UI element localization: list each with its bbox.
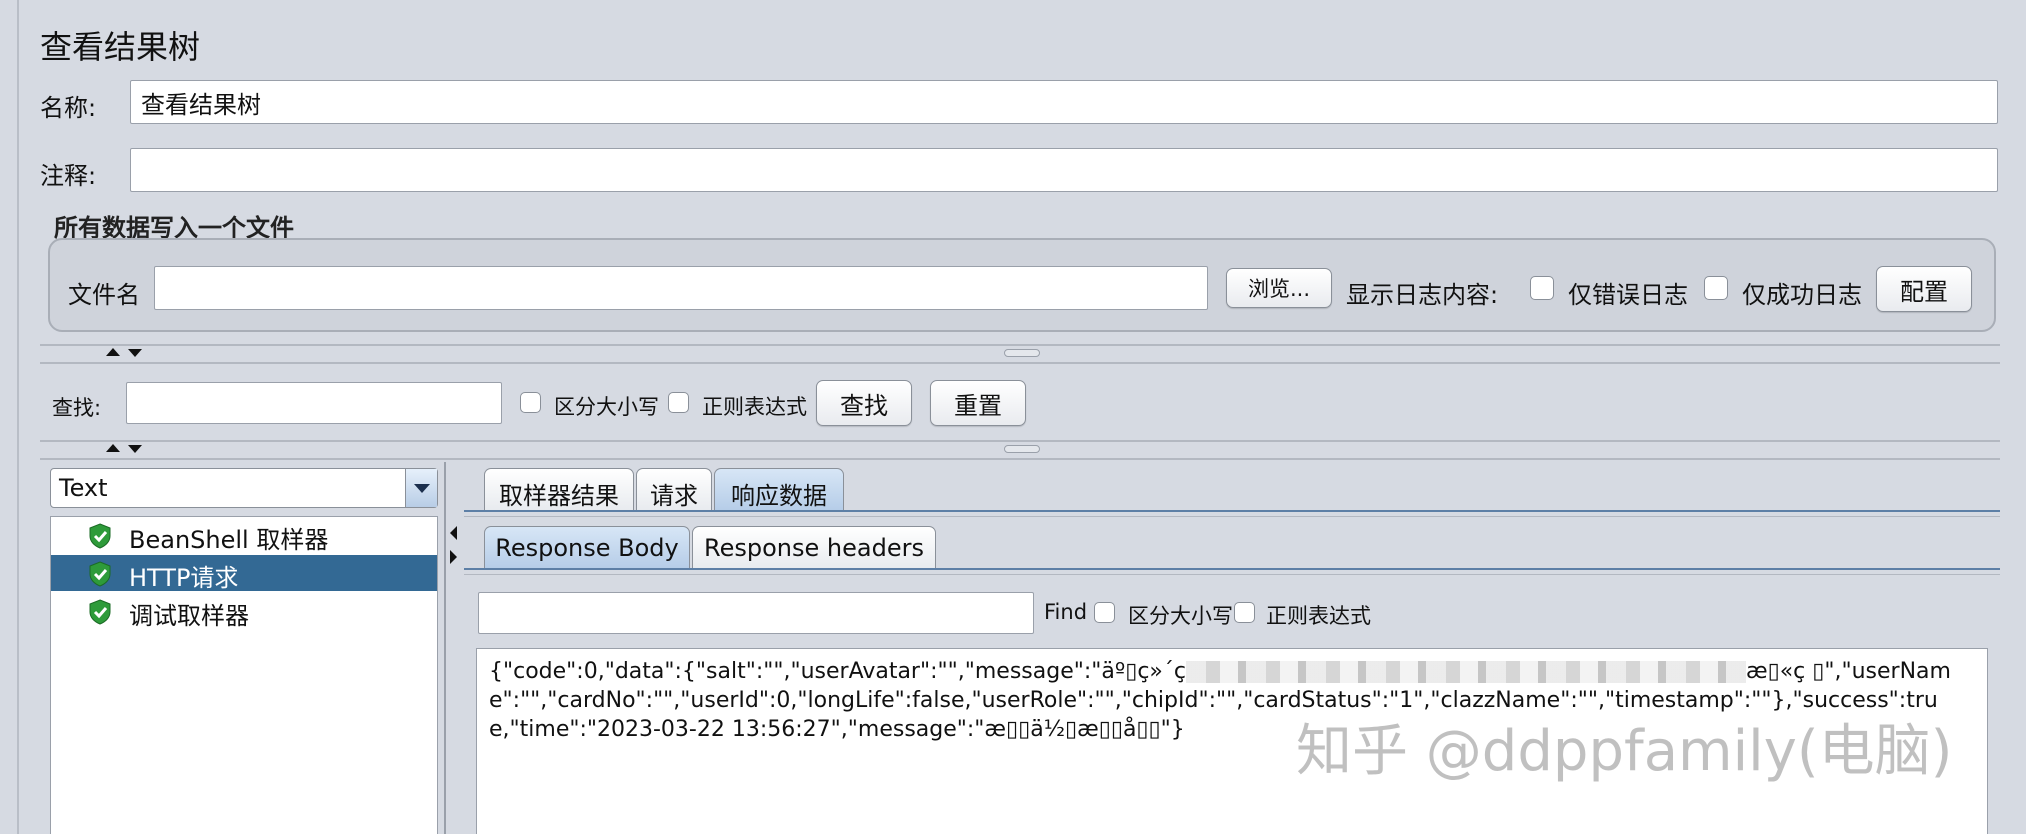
panel-title: 查看结果树 [40, 28, 201, 66]
splitter-line-top [40, 344, 2000, 346]
splitter2-handle[interactable] [1004, 445, 1040, 453]
tree-item-label: HTTP请求 [129, 564, 239, 592]
renderer-selected: Text [59, 474, 108, 502]
response-text-start: {"code":0,"data":{"salt":"","userAvatar"… [489, 659, 1186, 684]
collapse-right-icon[interactable] [450, 550, 457, 564]
tab2-underline-2 [464, 574, 2000, 575]
body-find-label: Find [1044, 600, 1088, 624]
redacted-region [1186, 661, 1746, 683]
tree-item-http-request[interactable]: HTTP请求 [51, 555, 437, 592]
configure-button[interactable]: 配置 [1876, 266, 1972, 312]
watermark: 知乎 @ddppfamily(电脑) [1296, 719, 1953, 784]
log-content-label: 显示日志内容: [1346, 281, 1499, 309]
body-case-checkbox[interactable] [1094, 602, 1115, 623]
find-button[interactable]: 查找 [816, 380, 912, 426]
filename-input[interactable] [154, 266, 1208, 310]
errors-only-label: 仅错误日志 [1568, 281, 1688, 309]
collapse-left-icon[interactable] [450, 526, 457, 540]
renderer-dropdown-button[interactable] [405, 469, 437, 507]
success-only-label: 仅成功日志 [1742, 281, 1862, 309]
success-shield-icon [89, 561, 111, 587]
search-label: 查找: [52, 396, 102, 420]
search-regex-checkbox[interactable] [668, 392, 689, 413]
name-label: 名称: [40, 94, 97, 122]
success-shield-icon [89, 523, 111, 549]
splitter-line-bottom [40, 362, 2000, 364]
body-case-label: 区分大小写 [1128, 604, 1233, 628]
success-only-checkbox[interactable] [1704, 276, 1728, 300]
tab-response-body[interactable]: Response Body [484, 526, 690, 568]
results-tree: BeanShell 取样器 HTTP请求 调试取样器 [50, 516, 438, 834]
body-regex-checkbox[interactable] [1234, 602, 1255, 623]
collapse2-up-icon[interactable] [106, 444, 120, 452]
renderer-select[interactable]: Text [50, 468, 438, 508]
chevron-down-icon [414, 484, 430, 493]
splitter2-line-bottom [40, 458, 2000, 460]
filename-label: 文件名 [68, 281, 140, 309]
tab-sampler-result[interactable]: 取样器结果 [484, 468, 634, 510]
tab-response-headers[interactable]: Response headers [692, 526, 936, 568]
comment-label: 注释: [40, 162, 97, 190]
search-case-checkbox[interactable] [520, 392, 541, 413]
reset-button[interactable]: 重置 [930, 380, 1026, 426]
collapse-up-icon[interactable] [106, 348, 120, 356]
search-case-label: 区分大小写 [554, 395, 659, 419]
collapse2-down-icon[interactable] [128, 445, 142, 453]
tree-item-debug-sampler[interactable]: 调试取样器 [51, 593, 437, 630]
collapse-down-icon[interactable] [128, 349, 142, 357]
splitter-handle[interactable] [1004, 349, 1040, 357]
browse-button[interactable]: 浏览... [1226, 268, 1332, 308]
tree-item-label: 调试取样器 [129, 602, 249, 630]
tab-response-data[interactable]: 响应数据 [714, 468, 844, 510]
tree-item-beanshell[interactable]: BeanShell 取样器 [51, 517, 437, 554]
tab-underline-2 [464, 516, 2000, 517]
tree-item-label: BeanShell 取样器 [129, 526, 329, 554]
body-search-input[interactable] [478, 592, 1034, 634]
comment-input[interactable] [130, 148, 1998, 192]
vertical-divider[interactable] [444, 462, 446, 834]
splitter2-line-top [40, 440, 2000, 442]
tab-underline [464, 510, 2000, 512]
errors-only-checkbox[interactable] [1530, 276, 1554, 300]
search-input[interactable] [126, 382, 502, 424]
success-shield-icon [89, 599, 111, 625]
search-regex-label: 正则表达式 [702, 395, 807, 419]
body-regex-label: 正则表达式 [1266, 604, 1371, 628]
tab-request[interactable]: 请求 [636, 468, 712, 510]
name-input[interactable] [130, 80, 1998, 124]
left-border [17, 0, 19, 834]
tab2-underline [464, 568, 2000, 570]
